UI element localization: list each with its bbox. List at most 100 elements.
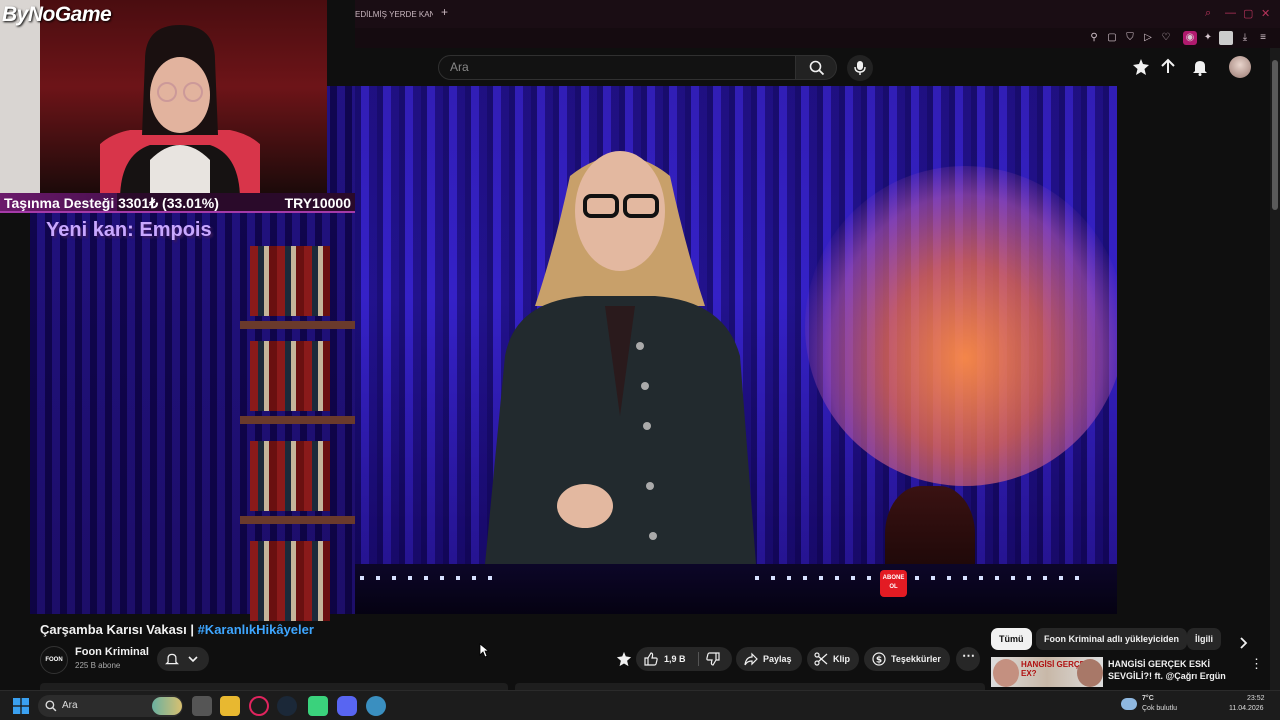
channel-name[interactable]: Foon Kriminal	[75, 646, 149, 658]
pin-icon[interactable]: ⚲	[1087, 31, 1101, 45]
new-subscriber-alert: Yeni kan: Empois	[46, 219, 212, 241]
xbox-app-icon[interactable]	[308, 696, 328, 716]
weather-temp: 7°C	[1142, 695, 1154, 702]
profile-icon[interactable]	[1219, 31, 1233, 45]
thanks-button[interactable]: $ Teşekkürler	[864, 647, 950, 671]
like-count: 1,9 B	[664, 654, 686, 664]
maximize-icon[interactable]: ▢	[1243, 7, 1253, 20]
youtube-header: Ara	[355, 48, 1267, 86]
led-strip-left	[360, 576, 500, 580]
chip-related[interactable]: İlgili	[1187, 628, 1221, 650]
right-sidebar	[1117, 86, 1270, 614]
thanks-label: Teşekkürler	[891, 654, 941, 664]
browser-tab[interactable]: EDİLMİŞ YERDE KAN	[355, 4, 433, 26]
mouse-cursor-icon	[479, 643, 489, 658]
chip-all[interactable]: Tümü	[991, 628, 1032, 650]
donation-goal-bar: Taşınma Desteği 3301₺ (33.01%) TRY10000	[0, 193, 355, 213]
search-highlight-icon[interactable]	[152, 697, 182, 715]
left-gutter	[0, 213, 30, 703]
account-avatar[interactable]	[1229, 56, 1251, 78]
thanks-dollar-icon: $	[872, 652, 886, 666]
subscribe-watermark[interactable]: ABONE OL	[880, 570, 907, 597]
notifications-bell-icon[interactable]	[1191, 58, 1209, 76]
recommendation-thumbnail[interactable]: HANGİSİ GERÇEK EX?	[991, 657, 1103, 687]
play-icon[interactable]: ▷	[1141, 31, 1155, 45]
webcam-wall	[0, 0, 40, 193]
close-window-icon[interactable]: ✕	[1261, 7, 1270, 20]
clip-label: Klip	[833, 654, 850, 664]
windows-start-icon[interactable]	[13, 698, 29, 714]
upload-icon[interactable]	[1159, 58, 1177, 76]
webcam-overlay: ByNoGame	[0, 0, 327, 193]
search-button[interactable]	[795, 55, 837, 80]
browser-toolbar: ⚲ ▢ ⛉ ▷ ♡ ◉ ✦ ⤓ ≡	[355, 28, 1280, 48]
share-button[interactable]: Paylaş	[736, 647, 802, 671]
minimize-icon[interactable]: —	[1225, 7, 1236, 19]
chevron-down-icon	[188, 656, 198, 663]
subscriber-count: 225 B abone	[75, 661, 121, 670]
snapshot-icon[interactable]: ▢	[1105, 31, 1119, 45]
extension-star-icon[interactable]	[616, 651, 632, 667]
search-icon	[45, 700, 57, 712]
microphone-icon	[854, 61, 866, 75]
search-input[interactable]: Ara	[438, 55, 796, 80]
download-icon[interactable]: ⤓	[1238, 31, 1252, 45]
weather-desc: Çok bulutlu	[1142, 705, 1178, 712]
subscription-bell-button[interactable]	[157, 647, 209, 671]
recommendation-title[interactable]: HANGİSİ GERÇEK ESKİ SEVGİLİ?! ft. @Çağrı…	[1108, 658, 1238, 682]
channel-logo: ByNoGame	[2, 3, 112, 26]
thumbs-down-icon	[706, 652, 720, 666]
donation-goal-amount: TRY10000	[284, 195, 351, 211]
app-icon[interactable]	[366, 696, 386, 716]
pampas-grass	[805, 166, 1117, 486]
share-label: Paylaş	[763, 654, 792, 664]
stage-floor	[355, 564, 1117, 614]
video-hashtag-link[interactable]: #KaranlıkHikâyeler	[198, 622, 314, 637]
puzzle-icon[interactable]: ✦	[1201, 31, 1215, 45]
heart-icon[interactable]: ♡	[1159, 31, 1173, 45]
steam-icon[interactable]	[277, 696, 297, 716]
more-horizontal-icon: ⋯	[962, 648, 975, 663]
clock-time[interactable]: 23:52	[1247, 695, 1265, 702]
video-title: Çarşamba Karısı Vakası | #KaranlıkHikâye…	[40, 622, 314, 637]
opera-gx-icon[interactable]	[249, 696, 269, 716]
chevron-right-icon[interactable]	[1238, 637, 1248, 649]
thumb-face-left	[993, 659, 1019, 687]
discord-icon[interactable]	[337, 696, 357, 716]
scissors-icon	[814, 652, 828, 666]
clip-button[interactable]: Klip	[807, 647, 859, 671]
donation-label: Taşınma Desteği 3301₺ (33.01%)	[4, 195, 219, 211]
search-icon	[809, 60, 825, 76]
bell-icon	[165, 653, 179, 665]
kebab-menu-icon[interactable]: ⋮	[1250, 656, 1263, 672]
like-dislike-group: 1,9 B	[636, 647, 732, 671]
channel-avatar[interactable]: FOON	[40, 646, 68, 674]
new-tab-button[interactable]: +	[441, 5, 448, 19]
menu-icon[interactable]: ≡	[1256, 31, 1270, 45]
search-tabs-icon[interactable]: ⌕	[1205, 7, 1211, 20]
browser-tab-strip: EDİLMİŞ YERDE KAN + ⌕ — ▢ ✕	[355, 0, 1280, 30]
extension-icon[interactable]: ◉	[1183, 31, 1197, 45]
shield-icon[interactable]: ⛉	[1123, 31, 1137, 45]
task-view-icon[interactable]	[192, 696, 212, 716]
led-strip-right	[755, 576, 1085, 580]
scrollbar-thumb[interactable]	[1272, 60, 1278, 210]
chip-from-uploader[interactable]: Foon Kriminal adlı yükleyiciden	[1036, 628, 1188, 650]
thumbs-up-icon	[644, 652, 658, 666]
windows-taskbar: Ara 7°C Çok bulutlu 23:52 11.04.2026	[0, 690, 1280, 720]
video-title-text: Çarşamba Karısı Vakası |	[40, 622, 198, 637]
weather-cloud-icon[interactable]	[1121, 698, 1137, 710]
voice-search-button[interactable]	[847, 55, 873, 81]
streamer	[100, 25, 260, 193]
page-scrollbar[interactable]	[1270, 48, 1280, 690]
share-icon	[744, 652, 758, 666]
extension-star-icon[interactable]	[1132, 58, 1150, 76]
svg-text:$: $	[876, 656, 882, 666]
clock-date[interactable]: 11.04.2026	[1229, 705, 1264, 712]
like-button[interactable]: 1,9 B	[636, 647, 696, 671]
file-explorer-icon[interactable]	[220, 696, 240, 716]
dislike-button[interactable]	[700, 647, 732, 671]
video-player[interactable]	[355, 86, 1117, 614]
more-actions-button[interactable]: ⋯	[956, 647, 980, 671]
thumb-face-right	[1077, 659, 1103, 687]
